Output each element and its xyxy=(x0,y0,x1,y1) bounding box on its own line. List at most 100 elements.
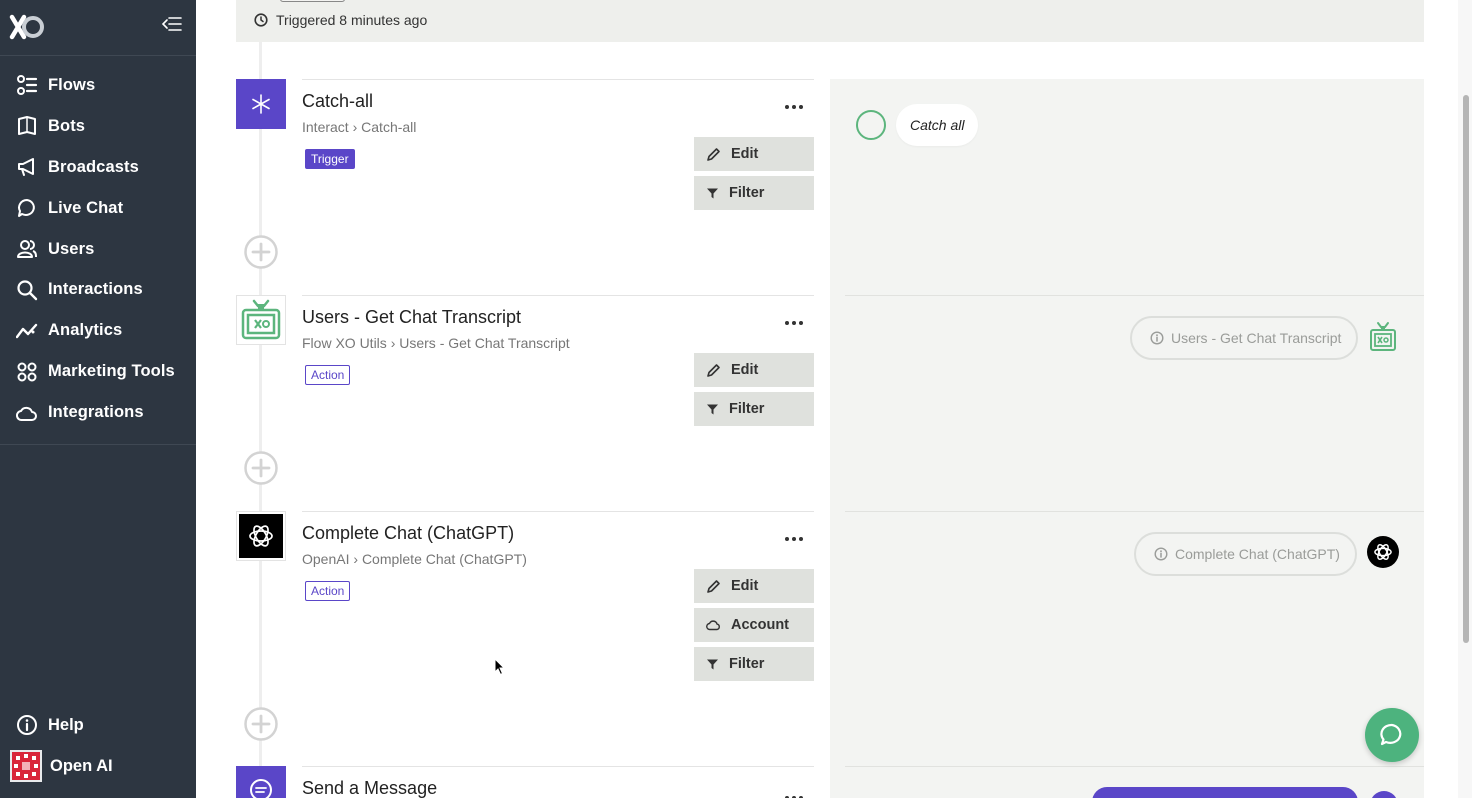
sidebar-item-integrations[interactable]: Integrations xyxy=(0,392,196,433)
preview-divider xyxy=(845,295,1424,296)
account-switcher[interactable]: Open AI xyxy=(0,746,196,786)
filter-button[interactable]: Filter xyxy=(694,176,814,210)
step-title: Users - Get Chat Transcript xyxy=(302,307,522,327)
flowxo-logo[interactable] xyxy=(9,14,45,40)
bots-icon xyxy=(16,115,38,137)
edit-button[interactable]: Edit xyxy=(694,137,814,171)
info-icon xyxy=(16,714,38,736)
sidebar-item-label: Interactions xyxy=(48,280,143,299)
flows-icon xyxy=(16,74,38,96)
grid-icon xyxy=(16,361,38,383)
account-name: Open AI xyxy=(50,756,113,775)
step-menu-button[interactable] xyxy=(782,792,806,798)
preview-message-bubble xyxy=(1092,787,1358,798)
scrollbar-thumb[interactable] xyxy=(1463,95,1469,643)
step-breadcrumb: OpenAI › Complete Chat (ChatGPT) xyxy=(302,551,527,567)
megaphone-icon xyxy=(16,156,38,178)
pencil-icon xyxy=(707,147,720,161)
chat-bubble-icon xyxy=(1380,723,1402,746)
preview-action-pill[interactable]: Complete Chat (ChatGPT) xyxy=(1134,532,1357,576)
catch-all-message: Catch all xyxy=(896,104,979,146)
sidebar-item-broadcasts[interactable]: Broadcasts xyxy=(0,147,196,188)
live-chat-button[interactable] xyxy=(1365,708,1419,762)
sidebar-item-label: Bots xyxy=(48,116,86,135)
sidebar-item-label: Broadcasts xyxy=(48,157,139,176)
message-icon xyxy=(236,766,286,798)
sidebar-header xyxy=(0,0,196,56)
openai-icon xyxy=(1367,536,1399,568)
preview-message-icon xyxy=(1370,791,1398,798)
preview-divider xyxy=(845,766,1424,767)
step-menu-button[interactable] xyxy=(782,533,806,545)
help-label: Help xyxy=(48,715,84,734)
sidebar-item-label: Analytics xyxy=(48,321,123,340)
flow-step-get-chat-transcript: Users - Get Chat Transcript Flow XO Util… xyxy=(236,295,814,435)
edit-button[interactable]: Edit xyxy=(694,353,814,387)
sidebar-item-bots[interactable]: Bots xyxy=(0,106,196,147)
sidebar-item-label: Integrations xyxy=(48,403,144,422)
openai-icon xyxy=(236,511,286,561)
triggered-text: Triggered 8 minutes ago xyxy=(276,12,428,28)
triggered-time: Triggered 8 minutes ago xyxy=(254,12,427,28)
filter-button[interactable]: Filter xyxy=(694,392,814,426)
flow-step-catch-all: Catch-all Interact › Catch-all Trigger E… xyxy=(236,79,814,219)
flow-step-send-message: Send a Message xyxy=(236,766,814,798)
preview-action-pill[interactable]: Users - Get Chat Transcript xyxy=(1130,316,1359,360)
analytics-icon xyxy=(16,320,38,342)
flow-step-complete-chat: Complete Chat (ChatGPT) OpenAI › Complet… xyxy=(236,511,814,691)
sidebar-item-analytics[interactable]: Analytics xyxy=(0,310,196,351)
add-step-button[interactable] xyxy=(244,707,278,741)
add-step-button[interactable] xyxy=(244,451,278,485)
sidebar-item-label: Marketing Tools xyxy=(48,362,175,381)
sidebar-item-label: Users xyxy=(48,239,95,258)
status-tab xyxy=(280,0,345,2)
sidebar-divider xyxy=(0,444,196,445)
step-title: Complete Chat (ChatGPT) xyxy=(302,523,515,543)
robot-icon xyxy=(236,295,286,345)
sidebar-item-label: Live Chat xyxy=(48,198,124,217)
filter-icon xyxy=(707,404,718,414)
trigger-badge: Trigger xyxy=(305,149,355,169)
pencil-icon xyxy=(707,363,720,377)
app-window: Flows Bots Broadcasts Live Chat Users In… xyxy=(0,0,1472,798)
users-icon xyxy=(16,238,38,260)
sidebar-item-live-chat[interactable]: Live Chat xyxy=(0,188,196,229)
add-step-button[interactable] xyxy=(244,235,278,269)
step-title: Catch-all xyxy=(302,91,374,111)
filter-button[interactable]: Filter xyxy=(694,647,814,681)
asterisk-icon xyxy=(236,79,286,129)
clock-icon xyxy=(254,13,268,27)
info-icon xyxy=(1154,547,1168,561)
sidebar-item-marketing-tools[interactable]: Marketing Tools xyxy=(0,351,196,392)
cloud-icon xyxy=(16,402,38,424)
step-menu-button[interactable] xyxy=(782,101,806,113)
sidebar: Flows Bots Broadcasts Live Chat Users In… xyxy=(0,0,196,798)
step-title: Send a Message xyxy=(302,778,438,798)
step-breadcrumb: Flow XO Utils › Users - Get Chat Transcr… xyxy=(302,335,570,351)
sidebar-item-interactions[interactable]: Interactions xyxy=(0,269,196,310)
step-breadcrumb: Interact › Catch-all xyxy=(302,119,417,135)
account-button[interactable]: Account xyxy=(694,608,814,642)
robot-icon xyxy=(1367,321,1399,353)
conversation-preview: Catch all Users - Get Chat Transcript Co… xyxy=(830,79,1424,798)
filter-icon xyxy=(707,188,718,198)
run-info-bar: Triggered 8 minutes ago xyxy=(236,0,1424,42)
filter-icon xyxy=(707,659,718,669)
user-avatar-circle xyxy=(856,110,886,140)
account-avatar xyxy=(10,750,42,782)
collapse-sidebar-icon[interactable] xyxy=(160,14,184,34)
mouse-cursor xyxy=(494,658,506,676)
pencil-icon xyxy=(707,579,720,593)
sidebar-item-users[interactable]: Users xyxy=(0,229,196,270)
edit-button[interactable]: Edit xyxy=(694,569,814,603)
info-icon xyxy=(1150,331,1164,345)
search-icon xyxy=(16,279,38,301)
sidebar-item-flows[interactable]: Flows xyxy=(0,65,196,106)
sidebar-item-help[interactable]: Help xyxy=(0,705,196,745)
preview-divider xyxy=(845,511,1424,512)
chat-bubble-icon xyxy=(16,197,38,219)
sidebar-nav: Flows Bots Broadcasts Live Chat Users In… xyxy=(0,65,196,433)
action-badge: Action xyxy=(305,365,351,385)
step-menu-button[interactable] xyxy=(782,317,806,329)
action-badge: Action xyxy=(305,581,351,601)
